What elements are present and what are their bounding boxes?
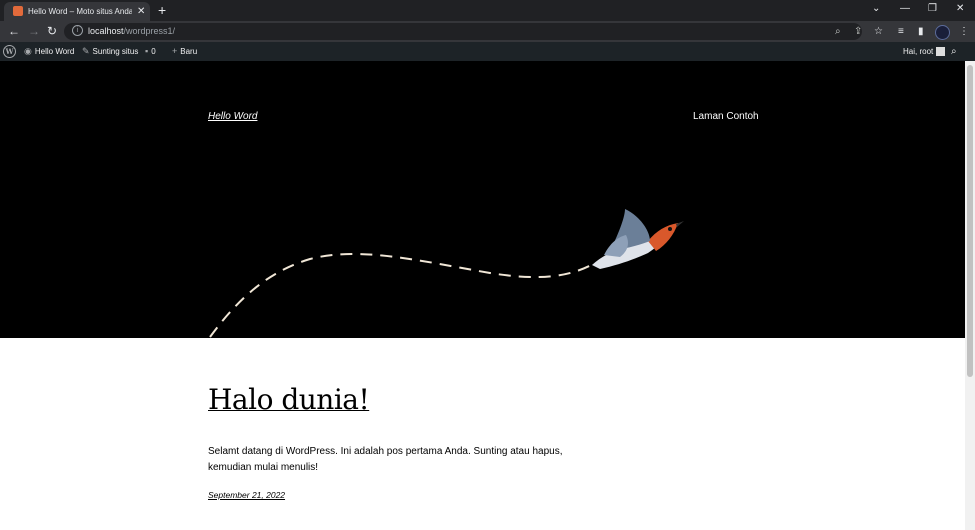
site-title-link[interactable]: Hello Word: [208, 111, 257, 122]
admin-new[interactable]: + Baru: [172, 42, 197, 61]
media-control-icon[interactable]: ≡: [898, 24, 904, 39]
reload-icon[interactable]: ↻: [47, 23, 57, 39]
bird-illustration: [209, 209, 684, 338]
browser-tab[interactable]: Hello Word – Moto situs Anda b ✕: [4, 2, 150, 21]
close-window-button[interactable]: ✕: [956, 1, 964, 17]
page-scrollbar[interactable]: [965, 61, 975, 530]
share-icon[interactable]: ⇪: [854, 25, 862, 38]
tab-strip: Hello Word – Moto situs Anda b ✕ + ⌄ — ❐…: [0, 0, 975, 21]
plus-icon: +: [172, 46, 178, 56]
wp-admin-bar: W ◉ Hello Word ✎ Sunting situs ▪ 0 + Baru Ha…: [0, 42, 975, 61]
new-tab-button[interactable]: +: [158, 1, 166, 19]
browser-toolbar: ← → ↻ i localhost/wordpress1/ ⌕ ⇪ ☆ ≡ ▮ …: [0, 21, 975, 42]
wordpress-logo-icon[interactable]: W: [3, 45, 16, 58]
site-header-hero: Hello Word Laman Contoh: [0, 61, 965, 338]
minimize-button[interactable]: —: [900, 1, 910, 17]
post-excerpt: Selamt datang di WordPress. Ini adalah p…: [208, 446, 563, 473]
admin-site-name[interactable]: ◉ Hello Word: [24, 42, 74, 61]
site-info-icon[interactable]: i: [72, 25, 83, 36]
scrollbar-thumb[interactable]: [967, 65, 973, 377]
comment-icon: ▪: [145, 46, 149, 56]
wrench-icon: ✎: [82, 46, 90, 56]
tab-search-icon[interactable]: ⌄: [872, 1, 880, 17]
post-date-link[interactable]: September 21, 2022: [208, 490, 285, 500]
favicon-icon: [13, 6, 23, 16]
restore-button[interactable]: ❐: [928, 1, 937, 17]
bookmark-star-icon[interactable]: ☆: [874, 24, 883, 39]
forward-icon[interactable]: →: [28, 23, 40, 39]
flight-path-line: [209, 252, 596, 338]
page-viewport: Hello Word Laman Contoh Halo dunia! Sela…: [0, 61, 965, 530]
back-icon[interactable]: ←: [8, 23, 20, 39]
browser-menu-icon[interactable]: ⋮: [959, 24, 969, 39]
post-title-link[interactable]: Halo dunia!: [208, 383, 370, 416]
address-bar[interactable]: i localhost/wordpress1/ ⌕ ⇪: [64, 23, 862, 40]
dashboard-icon: ◉: [24, 46, 32, 56]
admin-account[interactable]: Hai, root: [903, 42, 946, 61]
admin-comments[interactable]: ▪ 0: [145, 42, 156, 61]
admin-search-icon[interactable]: ⌕: [951, 42, 957, 61]
profile-avatar[interactable]: [935, 25, 950, 40]
nav-item-sample-page[interactable]: Laman Contoh: [693, 111, 759, 122]
side-panel-icon[interactable]: ▮: [918, 24, 924, 39]
user-avatar: [936, 47, 946, 57]
admin-customize[interactable]: ✎ Sunting situs: [82, 42, 138, 61]
bird-icon: [592, 209, 684, 269]
tab-close-icon[interactable]: ✕: [137, 5, 145, 18]
post-content-area: Halo dunia! Selamt datang di WordPress. …: [0, 338, 965, 530]
url-text[interactable]: localhost/wordpress1/: [88, 25, 175, 38]
tab-title: Hello Word – Moto situs Anda b: [28, 7, 132, 16]
zoom-icon[interactable]: ⌕: [835, 25, 841, 38]
